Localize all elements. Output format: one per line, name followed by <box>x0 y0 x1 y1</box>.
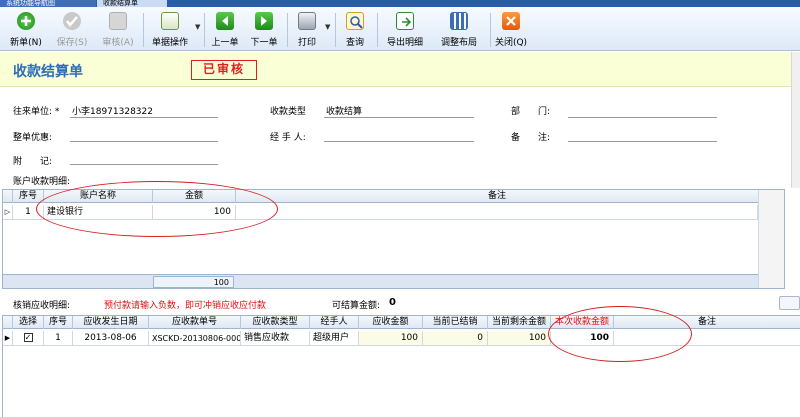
tab-bar: 系统功能导航图 收款结算单 <box>0 0 800 7</box>
row-bill-no: XSCKD-20130806-0001 <box>149 331 241 346</box>
account-total: 100 <box>153 276 234 288</box>
highlight-oval <box>548 306 692 362</box>
query-icon <box>346 12 364 30</box>
header-receivable-amount[interactable]: 应收金额 <box>359 316 423 329</box>
page-title: 收款结算单 <box>13 64 83 80</box>
prev-icon <box>216 12 234 30</box>
remark-label: 备 注: <box>511 133 551 143</box>
receipt-type-underline <box>324 117 474 118</box>
adjust-layout-button[interactable]: 调整布局 <box>433 7 485 51</box>
account-grid-footer: 100 <box>3 274 758 288</box>
close-button[interactable]: 关闭(Q) <box>492 7 530 51</box>
row-indicator-icon: ▶ <box>3 331 13 346</box>
export-icon <box>396 12 414 30</box>
audit-button[interactable]: 审核(A) <box>98 7 138 51</box>
title-bar: 收款结算单 已审核 <box>0 52 800 87</box>
header-indicator <box>3 316 13 329</box>
checkbox-checked-icon[interactable]: ✓ <box>23 333 33 342</box>
row-receivable-type: 销售应收款 <box>241 331 310 346</box>
row-date: 2013-08-06 <box>73 331 149 346</box>
header-indicator <box>3 190 13 203</box>
partner-underline <box>70 117 218 118</box>
row-handler: 超级用户 <box>310 331 359 346</box>
document-ops-icon <box>161 12 179 30</box>
header-settled[interactable]: 当前已结销 <box>423 316 488 329</box>
check-icon <box>63 12 81 30</box>
row-indicator-icon: ▷ <box>3 205 13 220</box>
partner-label: 往来单位: * <box>13 107 60 117</box>
add-icon <box>17 12 35 30</box>
layout-icon <box>450 12 468 30</box>
toolbar-separator <box>490 13 491 47</box>
receipt-type-label: 收款类型 <box>270 107 307 117</box>
prev-button[interactable]: 上一单 <box>207 7 243 51</box>
handler-label: 经 手 人: <box>270 133 306 143</box>
toolbar-separator <box>377 13 378 47</box>
department-label: 部 门: <box>511 107 551 117</box>
export-detail-button[interactable]: 导出明细 <box>380 7 430 51</box>
chevron-down-icon[interactable]: ▼ <box>325 23 330 31</box>
discount-input[interactable] <box>70 141 218 142</box>
header-select[interactable]: 选择 <box>13 316 44 329</box>
toolbar-separator <box>335 13 336 47</box>
toolbar: 新单(N) 保存(S) 审核(A) 单据操作 ▼ 上一单 下一单 打印 ▼ 查询… <box>0 7 800 51</box>
row-remaining: 100 <box>488 331 551 346</box>
row-remark[interactable] <box>236 205 758 220</box>
header-handler[interactable]: 经手人 <box>310 316 359 329</box>
header-date[interactable]: 应收发生日期 <box>73 316 149 329</box>
row-settled: 0 <box>423 331 488 346</box>
toolbar-separator <box>204 13 205 47</box>
header-remark[interactable]: 备注 <box>236 190 758 203</box>
vertical-scrollbar[interactable] <box>791 52 800 188</box>
receipt-type-input[interactable]: 收款结算 <box>326 104 362 117</box>
status-stamp: 已审核 <box>191 60 257 80</box>
memo-label: 附 记: <box>13 157 53 167</box>
header-no[interactable]: 序号 <box>44 316 73 329</box>
printer-icon <box>298 12 316 30</box>
header-receivable-type[interactable]: 应收款类型 <box>241 316 310 329</box>
highlight-oval <box>36 181 278 237</box>
header-remaining[interactable]: 当前剩余金额 <box>488 316 551 329</box>
row-receivable-amount: 100 <box>359 331 423 346</box>
row-select-checkbox[interactable]: ✓ <box>13 331 44 346</box>
tab-receipt-settlement[interactable]: 收款结算单 <box>97 0 167 7</box>
chevron-down-icon[interactable]: ▼ <box>195 23 200 31</box>
document-ops-button[interactable]: 单据操作 <box>146 7 194 51</box>
partner-input[interactable]: 小李18971328322 <box>72 104 153 117</box>
toolbar-separator <box>143 13 144 47</box>
close-icon <box>502 12 520 30</box>
tab-navigation[interactable]: 系统功能导航图 <box>0 0 96 7</box>
row-no: 1 <box>44 331 73 346</box>
handler-input[interactable] <box>324 141 474 142</box>
save-button[interactable]: 保存(S) <box>52 7 92 51</box>
query-button[interactable]: 查询 <box>338 7 372 51</box>
remark-input[interactable] <box>568 141 717 142</box>
department-input[interactable] <box>568 117 717 118</box>
audit-icon <box>109 12 127 30</box>
writeoff-label: 核销应收明细: <box>13 301 71 311</box>
new-button[interactable]: 新单(N) <box>6 7 46 51</box>
header-bill-no[interactable]: 应收款单号 <box>149 316 241 329</box>
column-settings-button[interactable] <box>779 296 800 310</box>
toolbar-separator <box>287 13 288 47</box>
writeoff-hint: 预付款请输入负数，即可冲销应收应付款 <box>104 301 267 311</box>
next-icon <box>255 12 273 30</box>
next-button[interactable]: 下一单 <box>246 7 282 51</box>
settle-amount-label: 可结算金额: <box>332 301 381 311</box>
memo-input[interactable] <box>70 164 218 165</box>
account-detail-label: 账户收款明细: <box>13 177 71 187</box>
discount-label: 整单优惠: <box>13 133 53 143</box>
settle-amount-value: 0 <box>389 297 396 308</box>
grid-scrollbar[interactable] <box>758 190 784 288</box>
print-button[interactable]: 打印 <box>290 7 324 51</box>
